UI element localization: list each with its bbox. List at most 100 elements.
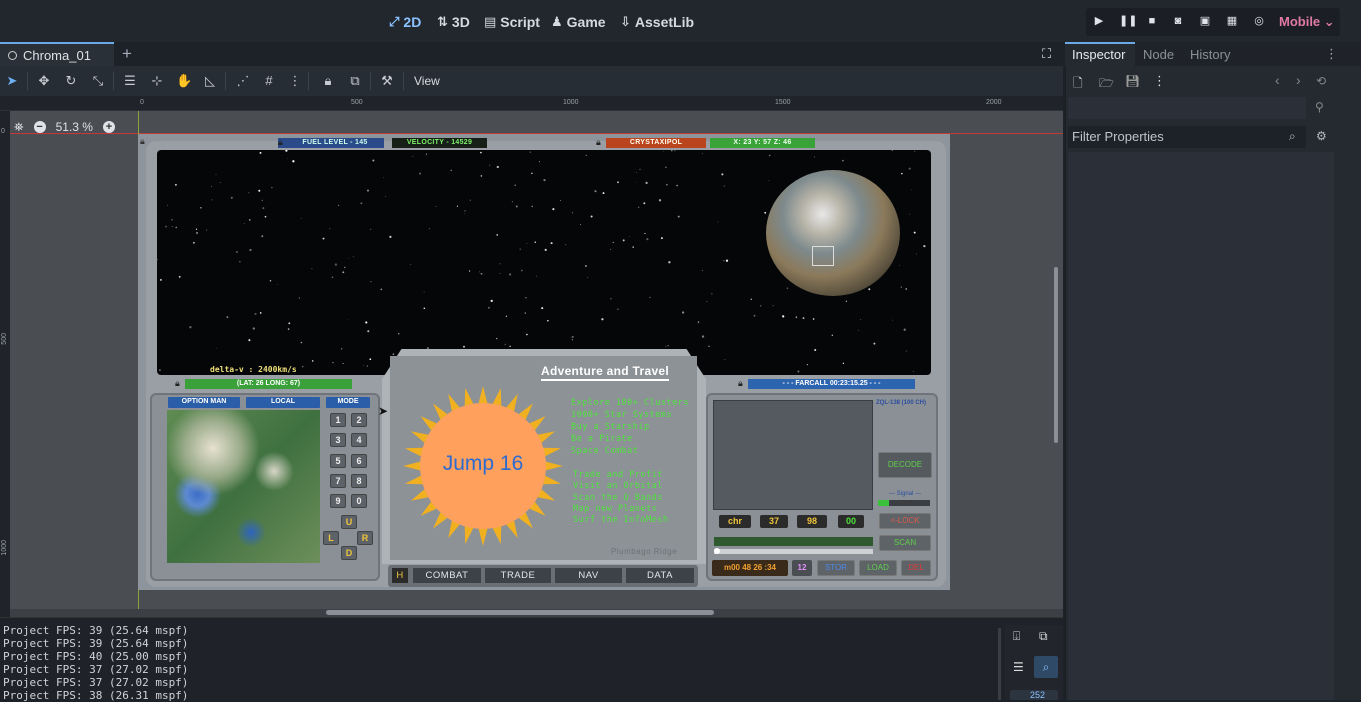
zoom-level[interactable]: 51.3 % [56,120,93,134]
zoom-out-icon[interactable]: − [33,121,46,133]
ruler-tool-icon[interactable]: ◺ [202,73,218,89]
lock-button[interactable]: <-LOCK [879,513,931,529]
play-icon[interactable]: ▶ [1092,14,1106,28]
play-custom-icon[interactable]: ▦ [1225,14,1239,28]
coords-readout: X: 23 Y: 57 Z: 46 [710,138,815,148]
main-tab-assetlib[interactable]: ⇩ AssetLib [620,12,694,32]
latlong-readout: (LAT: 26 LONG: 67) [185,379,352,389]
stop-icon[interactable]: ■ [1145,14,1159,28]
play-scene-icon[interactable]: ▣ [1198,14,1212,28]
save-icon[interactable]: 💾︎ [1125,74,1140,88]
movie-icon[interactable]: ◎ [1252,14,1266,28]
keypad-key[interactable]: 5 [330,454,346,468]
more-icon[interactable]: ⋮ [1153,73,1166,89]
object-path-field[interactable] [1068,97,1306,119]
center-view-icon[interactable]: ⛯ [14,120,24,135]
keypad-key[interactable]: 4 [351,433,367,447]
copy-icon[interactable]: ⧉ [1039,629,1048,644]
nav-button[interactable]: NAV [555,568,622,583]
main-tab-2d[interactable]: ⤢ 2D [389,12,421,32]
main-tab-game[interactable]: ♟ Game [551,12,606,32]
console-scrollbar[interactable] [998,628,1001,700]
console-line: Project FPS: 39 (25.64 mspf) [3,624,189,637]
tab-history[interactable]: History [1190,47,1230,62]
console-line: Project FPS: 39 (25.64 mspf) [3,637,189,650]
mode-button[interactable]: MODE [326,397,370,408]
pivot-tool-icon[interactable]: ⊹ [149,73,165,89]
keypad-key[interactable]: 7 [330,474,346,488]
del-button[interactable]: DEL [901,560,931,576]
zoom-in-icon[interactable]: + [102,121,115,133]
decode-button[interactable]: DECODE [878,452,932,478]
renderer-select[interactable]: Mobile ⌄ [1279,14,1335,30]
divider [113,72,114,90]
rotate-tool-icon[interactable]: ↻ [63,73,79,89]
horizontal-scroll-thumb[interactable] [326,610,714,615]
stor-button[interactable]: STOR [817,560,855,576]
scale-tool-icon[interactable]: ⤡ [90,73,106,89]
remote-debug-icon[interactable]: ◙ [1171,14,1185,28]
property-tools-icon[interactable]: ⚙ [1316,129,1327,143]
chevron-down-icon: ⌄ [1323,14,1335,29]
main-tab-3d[interactable]: ⇅ 3D [437,12,470,32]
clear-output-icon[interactable]: ⍗ [1013,629,1020,644]
search-icon[interactable]: ⌕ [1034,656,1058,678]
h-button[interactable]: H [392,568,408,583]
ruler-top [0,96,1063,111]
keypad-key[interactable]: 3 [330,433,346,447]
dpad-right[interactable]: R [357,531,373,545]
slider-track[interactable] [714,548,873,554]
add-tab-icon[interactable]: + [122,44,132,64]
combat-button[interactable]: COMBAT [413,568,481,583]
more-icon[interactable]: ⋮ [287,73,303,89]
tab-node[interactable]: Node [1143,47,1174,62]
keypad-key[interactable]: 6 [351,454,367,468]
group-icon[interactable]: ⧉ [347,73,363,89]
grid-snap-icon[interactable]: # [261,73,277,89]
node-info-icon[interactable]: ⚲ [1315,100,1324,114]
select-tool-icon[interactable]: ➤ [4,73,20,89]
option-man-button[interactable]: OPTION MAN [168,397,240,408]
lock-icon[interactable]: 🔒︎ [320,73,336,89]
pan-tool-icon[interactable]: ✋ [176,73,192,89]
zoom-controls: ⛯ − 51.3 % + [14,118,115,136]
more-icon[interactable]: ⋮ [1325,46,1338,62]
ruler-label: 2000 [986,99,1002,106]
open-folder-icon[interactable]: 🗁︎ [1099,74,1114,95]
dpad-down[interactable]: D [341,546,357,560]
load-button[interactable]: LOAD [859,560,897,576]
data-button[interactable]: DATA [626,568,694,583]
filter-properties-input[interactable]: Filter Properties [1068,126,1306,148]
object-history-icon[interactable]: ⟲ [1316,74,1326,88]
history-forward-icon[interactable]: › [1296,72,1301,88]
ad-list-1: Explore 100+ Clusters 1000+ Star Systems… [571,398,689,456]
trade-button[interactable]: TRADE [485,568,551,583]
2d-icon: ⤢ [389,14,400,29]
filter-icon[interactable]: ☰ [1013,660,1024,674]
keypad-key[interactable]: 8 [351,474,367,488]
message-count[interactable]: 252 [1010,690,1058,700]
scene-tab[interactable]: Chroma_01 [0,42,114,66]
main-tab-script[interactable]: ▤ Script [484,12,540,32]
pause-icon[interactable]: ❚❚ [1119,14,1137,28]
dpad-left[interactable]: L [323,531,339,545]
view-menu[interactable]: View [414,74,440,88]
list-select-icon[interactable]: ☰ [122,73,138,89]
new-resource-icon[interactable]: 🗋︎ [1073,74,1083,95]
dpad-up[interactable]: U [341,515,357,529]
keypad-key[interactable]: 9 [330,494,346,508]
fullscreen-icon[interactable]: ⛶ [1042,46,1051,62]
skeleton-icon[interactable]: ⚒ [379,73,395,89]
vertical-scroll-thumb[interactable] [1054,267,1058,443]
tab-inspector[interactable]: Inspector [1072,47,1125,62]
keypad-key[interactable]: 1 [330,413,346,427]
scan-button[interactable]: SCAN [879,535,931,551]
smart-snap-icon[interactable]: ⋰ [235,73,251,89]
signal-label: --- Signal --- [888,491,921,497]
keypad-key[interactable]: 0 [351,494,367,508]
planet-map[interactable] [167,410,320,563]
local-button[interactable]: LOCAL [246,397,320,408]
history-back-icon[interactable]: ‹ [1275,72,1280,88]
move-tool-icon[interactable]: ✥ [36,73,52,89]
keypad-key[interactable]: 2 [351,413,367,427]
